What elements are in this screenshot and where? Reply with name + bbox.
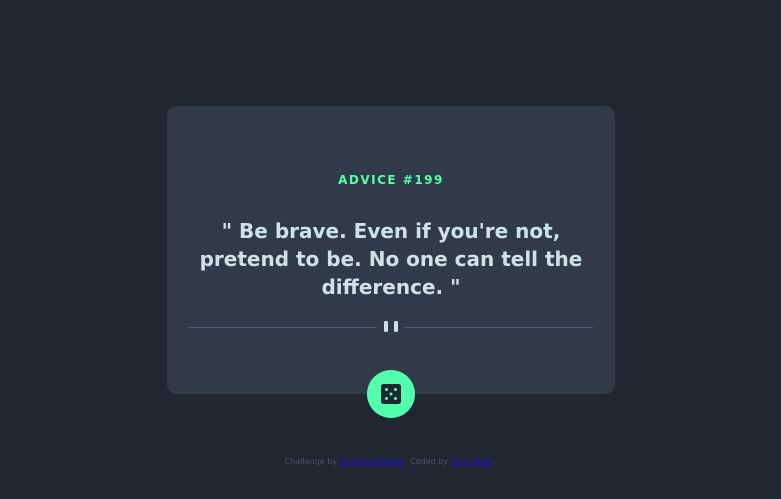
advice-card: ADVICE #199 " Be brave. Even if you're n… [167, 106, 615, 394]
new-advice-button[interactable] [367, 370, 415, 418]
divider-line-left [189, 326, 377, 328]
dice-icon [381, 384, 401, 404]
advice-id-label: ADVICE #199 [338, 173, 444, 187]
advice-quote: " Be brave. Even if you're not, pretend … [199, 219, 583, 299]
attribution-prefix: Challenge by [284, 457, 340, 466]
pause-icon [381, 320, 401, 334]
divider-line-right [405, 326, 593, 328]
attribution-middle: . Coded by [404, 457, 451, 466]
author-link[interactable]: Your Name [451, 457, 494, 466]
attribution: Challenge by Frontend Mentor. Coded by Y… [0, 456, 781, 467]
attribution-suffix: . [493, 457, 497, 466]
frontend-mentor-link[interactable]: Frontend Mentor [340, 457, 405, 466]
pattern-divider [189, 320, 593, 334]
